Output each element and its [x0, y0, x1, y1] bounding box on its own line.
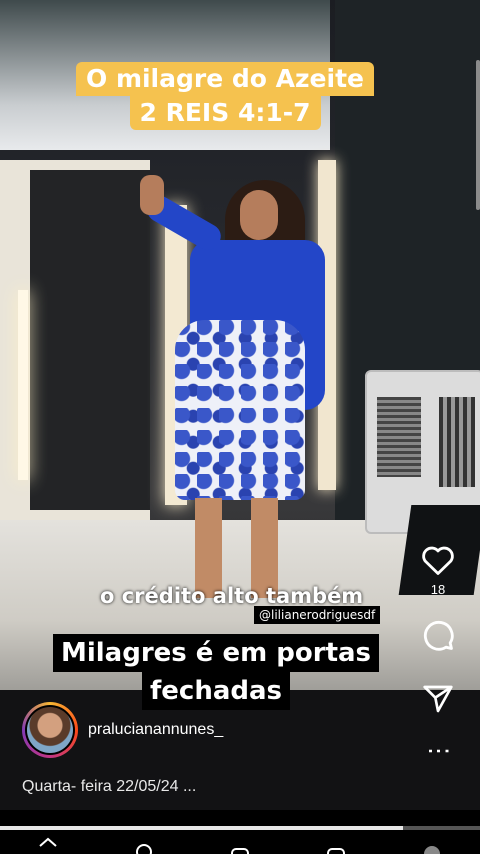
profile-icon[interactable]	[421, 834, 443, 854]
reel-actions: 18 ⋮	[416, 540, 460, 763]
stage-panel	[30, 170, 150, 510]
like-count: 18	[430, 582, 446, 597]
heart-icon	[422, 546, 454, 575]
like-button[interactable]	[418, 540, 458, 580]
avatar-image	[27, 707, 73, 753]
avatar[interactable]	[22, 702, 78, 758]
video-progress-bar[interactable]	[0, 826, 480, 830]
more-vertical-icon: ⋮	[425, 739, 452, 763]
video-title-overlay: O milagre do Azeite 2 REIS 4:1-7	[72, 62, 378, 130]
title-line-2: 2 REIS 4:1-7	[129, 96, 321, 130]
share-button[interactable]	[418, 679, 458, 719]
reel-description[interactable]: Quarta- feira 22/05/24 ...	[22, 778, 196, 796]
author-username[interactable]: pralucianannunes_	[88, 721, 223, 739]
video-caption: o crédito alto também	[100, 584, 364, 608]
author-row[interactable]: pralucianannunes_	[22, 702, 223, 758]
send-icon	[423, 685, 453, 713]
progress-fill	[0, 826, 404, 830]
speaker-person	[140, 170, 330, 600]
title-line-1: O milagre do Azeite	[75, 62, 374, 96]
more-options-button[interactable]: ⋮	[425, 739, 452, 763]
mention-tag[interactable]: @lilianerodriguesdf	[254, 606, 381, 624]
bottom-nav	[0, 834, 480, 854]
comment-button[interactable]	[418, 615, 458, 655]
search-icon[interactable]	[133, 834, 155, 854]
home-icon[interactable]	[37, 834, 59, 854]
reels-icon[interactable]	[325, 834, 347, 854]
comment-bubble-icon	[423, 620, 454, 651]
subtitle-line-1: Milagres é em portas	[52, 634, 380, 672]
light-pillar	[18, 290, 28, 480]
edge-indicator	[476, 60, 480, 210]
video-subtitle: Milagres é em portas fechadas	[50, 634, 382, 710]
add-icon[interactable]	[229, 834, 251, 854]
